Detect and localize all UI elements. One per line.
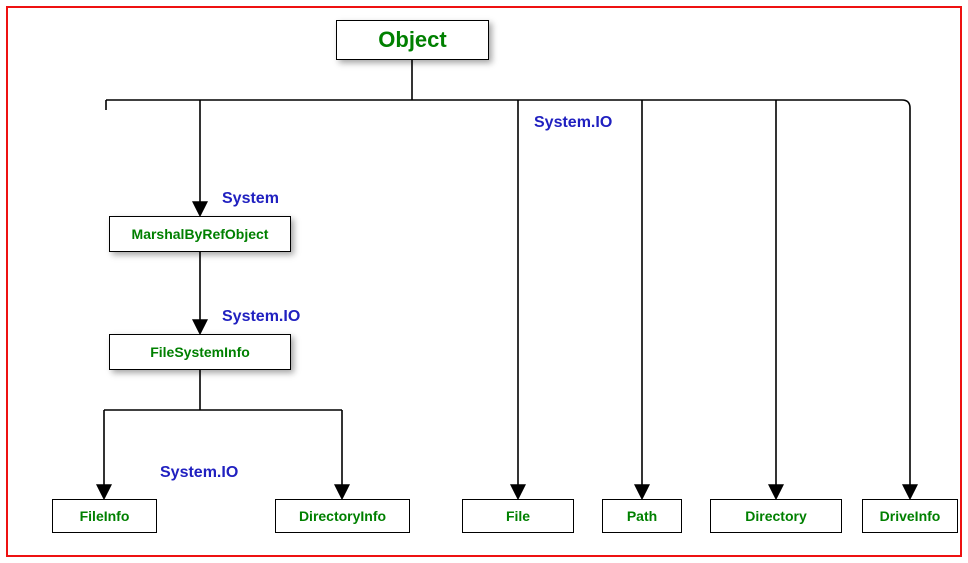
- node-file: File: [462, 499, 574, 533]
- node-file-system-info: FileSystemInfo: [109, 334, 291, 370]
- node-file-info-label: FileInfo: [80, 508, 130, 524]
- node-path: Path: [602, 499, 682, 533]
- ns-label-bottom-systemio: System.IO: [160, 464, 238, 482]
- node-object-label: Object: [378, 27, 446, 53]
- ns-label-system: System: [222, 190, 279, 208]
- diagram-canvas: Object System.IO System System.IO System…: [0, 0, 968, 563]
- ns-label-top-systemio: System.IO: [534, 114, 612, 132]
- node-path-label: Path: [627, 508, 657, 524]
- node-drive-info: DriveInfo: [862, 499, 958, 533]
- node-marshal-by-ref-object-label: MarshalByRefObject: [132, 226, 269, 242]
- ns-label-mid-systemio: System.IO: [222, 308, 300, 326]
- node-object: Object: [336, 20, 489, 60]
- node-marshal-by-ref-object: MarshalByRefObject: [109, 216, 291, 252]
- node-directory-info-label: DirectoryInfo: [299, 508, 386, 524]
- node-file-label: File: [506, 508, 530, 524]
- node-directory-label: Directory: [745, 508, 806, 524]
- node-file-system-info-label: FileSystemInfo: [150, 344, 250, 360]
- node-directory-info: DirectoryInfo: [275, 499, 410, 533]
- node-directory: Directory: [710, 499, 842, 533]
- outer-frame: [6, 6, 962, 557]
- node-drive-info-label: DriveInfo: [880, 508, 941, 524]
- node-file-info: FileInfo: [52, 499, 157, 533]
